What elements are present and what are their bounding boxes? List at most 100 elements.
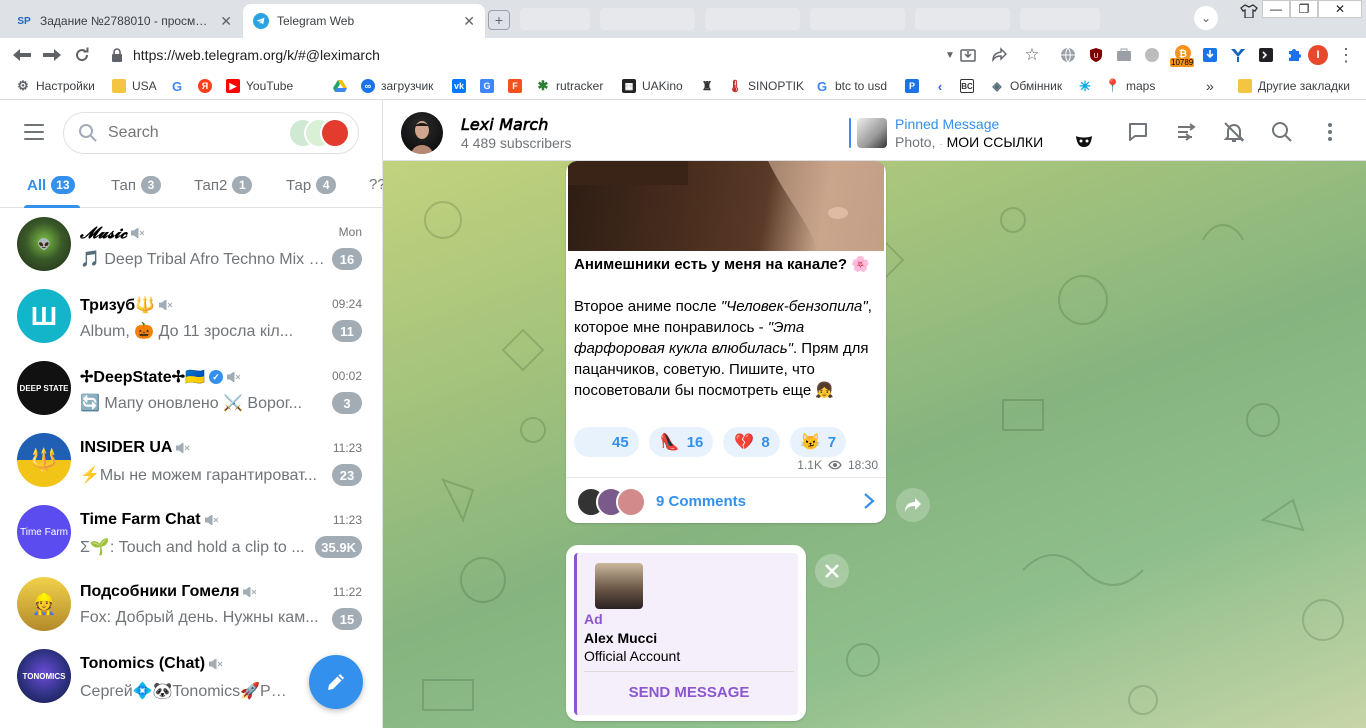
tab-search-chevron-down-icon[interactable]: ⌄ — [1194, 6, 1218, 30]
coin-extension-icon[interactable] — [1142, 45, 1162, 65]
briefcase-extension-icon[interactable] — [1114, 45, 1134, 65]
dropdown-triangle-icon[interactable]: ▼ — [940, 45, 960, 65]
reaction-pill[interactable]: 😼 7 — [789, 427, 847, 457]
bookmark-translate[interactable]: G — [480, 78, 500, 94]
story-avatar[interactable] — [320, 118, 350, 148]
chat-item-music[interactable]: 👽 𝓜𝓾𝓼𝓲𝓬 Mon 🎵 Deep Tribal Afro Techno Mi… — [0, 209, 383, 281]
channel-avatar[interactable] — [401, 112, 443, 154]
blurred-tab[interactable] — [810, 8, 905, 30]
chat-item-podsobniki[interactable]: 👷 Подсобники Гомеля 11:22 Fox: Добрый де… — [0, 569, 383, 641]
bookmark-sinoptik[interactable]: 🌡 SINOPTIK — [727, 78, 804, 94]
bookmark-rutracker[interactable]: ✱ rutracker — [536, 78, 604, 94]
minimize-window-button[interactable]: — — [1262, 0, 1290, 18]
back-arrow-icon[interactable] — [12, 45, 32, 65]
tab-tap2[interactable]: Тап2 1 — [194, 176, 253, 194]
bookmark-google[interactable]: G — [170, 78, 190, 94]
bookmarks-overflow-button[interactable]: » — [1206, 78, 1214, 94]
bookmark-star-icon[interactable]: ☆ — [1022, 45, 1042, 65]
hamburger-menu-icon[interactable] — [24, 124, 44, 140]
send-message-button[interactable]: SEND MESSAGE — [577, 677, 801, 707]
terminal-extension-icon[interactable] — [1256, 45, 1276, 65]
close-tab-icon[interactable]: ✕ — [463, 13, 475, 30]
bookmark-drive[interactable] — [333, 78, 353, 94]
browser-tab-inactive[interactable]: SP Задание №2788010 - просмотр за ✕ — [6, 4, 242, 38]
reaction-pill[interactable]: 45 — [574, 427, 639, 457]
chat-item-time-farm[interactable]: Time Farm Time Farm Chat 11:23 Σ🌱: Touch… — [0, 497, 383, 569]
shirt-icon[interactable] — [1240, 4, 1258, 20]
search-box[interactable] — [63, 112, 359, 154]
bookmark-youtube[interactable]: ▶ YouTube — [226, 78, 293, 94]
comments-button[interactable]: 9 Comments — [566, 477, 886, 523]
mute-bell-icon[interactable] — [1222, 120, 1246, 144]
bookmark-usa[interactable]: USA — [112, 78, 157, 94]
bookmark-exchange[interactable]: ◈ Обмінник — [990, 78, 1062, 94]
comments-icon[interactable] — [1126, 120, 1150, 144]
y-extension-icon[interactable] — [1228, 45, 1248, 65]
bookmark-other[interactable]: Другие закладки — [1238, 78, 1350, 94]
tab-tap[interactable]: Тап 3 — [111, 176, 161, 194]
boost-icon[interactable] — [1174, 120, 1198, 144]
close-ad-button[interactable] — [815, 554, 849, 588]
blurred-tab[interactable] — [705, 8, 800, 30]
bookmark-star[interactable]: ✳ — [1078, 78, 1098, 94]
reload-icon[interactable] — [72, 45, 92, 65]
blurred-tab[interactable] — [1020, 8, 1100, 30]
bookmark-maps[interactable]: 📍 maps — [1105, 78, 1155, 94]
address-bar[interactable]: https://web.telegram.org/k/#@leximarch — [105, 42, 955, 68]
sponsored-card[interactable]: Ad Alex Mucci Official Account SEND MESS… — [574, 553, 798, 715]
puzzle-extensions-icon[interactable] — [1284, 45, 1304, 65]
bookmark-uakino[interactable]: ▦ UAKino — [622, 78, 683, 94]
download-extension-icon[interactable] — [1200, 45, 1220, 65]
bookmark-downloader[interactable]: ∞ загрузчик — [361, 78, 433, 94]
ublock-shield-icon[interactable]: U — [1086, 45, 1106, 65]
chat-item-insider-ua[interactable]: 🔱 INSIDER UA 11:23 ⚡Мы не можем гарантир… — [0, 425, 383, 497]
post-time: 18:30 — [847, 458, 878, 472]
bookmark-p[interactable]: P — [905, 78, 925, 94]
forward-arrow-icon[interactable] — [42, 45, 62, 65]
more-vertical-icon[interactable] — [1318, 120, 1342, 144]
new-message-button[interactable] — [309, 655, 363, 709]
bookmark-bc[interactable]: BC — [960, 78, 980, 94]
cat-mask-icon: 😼 — [800, 434, 821, 451]
stories-avatars[interactable] — [288, 118, 352, 148]
bookmark-btc-to-usd[interactable]: Gbtc to usd — [815, 78, 887, 94]
blurred-tab[interactable] — [600, 8, 695, 30]
bookmark-arrow[interactable]: ‹ — [933, 78, 953, 94]
globe-extension-icon[interactable] — [1058, 45, 1078, 65]
post-photo[interactable] — [568, 161, 884, 251]
chat-item-tryzub[interactable]: Ш Тризуб🔱 09:24 Album, 🎃 До 11 зросла кі… — [0, 281, 383, 353]
chat-name: Тризуб🔱 — [80, 295, 173, 315]
blurred-tab[interactable] — [915, 8, 1010, 30]
new-tab-button[interactable]: + — [488, 10, 510, 30]
install-app-icon[interactable] — [958, 45, 978, 65]
unread-badge: 3 — [332, 392, 362, 414]
forward-button[interactable] — [896, 488, 930, 522]
search-icon[interactable] — [1270, 120, 1294, 144]
reaction-emoji — [584, 432, 606, 452]
blurred-tab[interactable] — [520, 8, 590, 30]
bookmark-bottle[interactable]: ♜ — [700, 78, 720, 94]
search-input[interactable] — [108, 124, 278, 142]
bookmark-yandex[interactable]: Я — [198, 78, 218, 94]
post-headline: Анимешники есть у меня на канале? 🌸 — [574, 256, 870, 273]
bookmark-f[interactable]: F — [508, 78, 528, 94]
close-tab-icon[interactable]: ✕ — [220, 13, 232, 30]
reaction-pill[interactable]: 👠 16 — [648, 427, 714, 457]
bookmark-settings[interactable]: ⚙ Настройки — [16, 78, 95, 94]
restore-window-button[interactable]: ❐ — [1290, 0, 1318, 18]
ad-label: Ad — [584, 611, 603, 627]
tab-all[interactable]: All 13 — [27, 176, 75, 194]
pinned-message[interactable]: Pinned Message Photo, · МОИ ССЫЛКИ — [849, 114, 1099, 150]
bitcoin-extension-icon[interactable]: ₿ 10789 — [1170, 45, 1196, 67]
channel-name[interactable]: 𝘓𝘦𝘹𝘪 𝘔𝘢𝘳𝘤𝘩 — [461, 115, 548, 134]
reaction-pill[interactable]: 💔 8 — [723, 427, 780, 457]
chat-item-deepstate[interactable]: DEEP STATE ✢DeepState✢🇺🇦 ✓ 00:02 🔄 Мапу о… — [0, 353, 383, 425]
profile-avatar[interactable]: I — [1308, 45, 1328, 65]
browser-tab-active[interactable]: Telegram Web ✕ — [243, 4, 485, 38]
kebab-menu-icon[interactable]: ⋮ — [1336, 45, 1356, 65]
pinned-thumbnail — [857, 118, 887, 148]
tab-tar[interactable]: Тар 4 — [286, 176, 337, 194]
close-window-button[interactable]: ✕ — [1318, 0, 1362, 18]
bookmark-vk[interactable]: vk — [452, 78, 472, 94]
share-icon[interactable] — [990, 45, 1010, 65]
